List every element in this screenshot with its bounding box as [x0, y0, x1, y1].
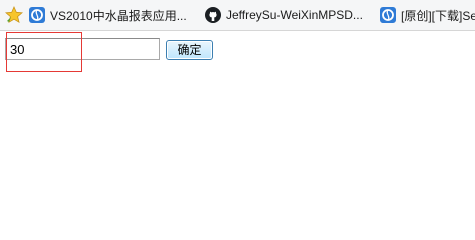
- bookmark-label: JeffreySu-WeiXinMPSD...: [226, 8, 363, 22]
- bookmarks-bar: VS2010中水晶报表应用... JeffreySu-WeiXinMPSD...…: [0, 0, 475, 31]
- favorites-star-icon[interactable]: [5, 6, 23, 24]
- browser-logo-icon: [380, 7, 396, 23]
- bookmark-label: VS2010中水晶报表应用...: [50, 8, 187, 23]
- bookmark-label: [原创][下载]Se: [401, 8, 475, 23]
- value-input[interactable]: [5, 38, 160, 60]
- github-icon: [205, 7, 221, 23]
- bookmark-item-vs2010[interactable]: VS2010中水晶报表应用...: [29, 0, 187, 30]
- bookmark-item-github[interactable]: JeffreySu-WeiXinMPSD...: [205, 0, 363, 30]
- bookmark-item-original-download[interactable]: [原创][下载]Se: [380, 0, 475, 30]
- browser-logo-icon: [29, 7, 45, 23]
- confirm-button[interactable]: 确定: [166, 40, 213, 60]
